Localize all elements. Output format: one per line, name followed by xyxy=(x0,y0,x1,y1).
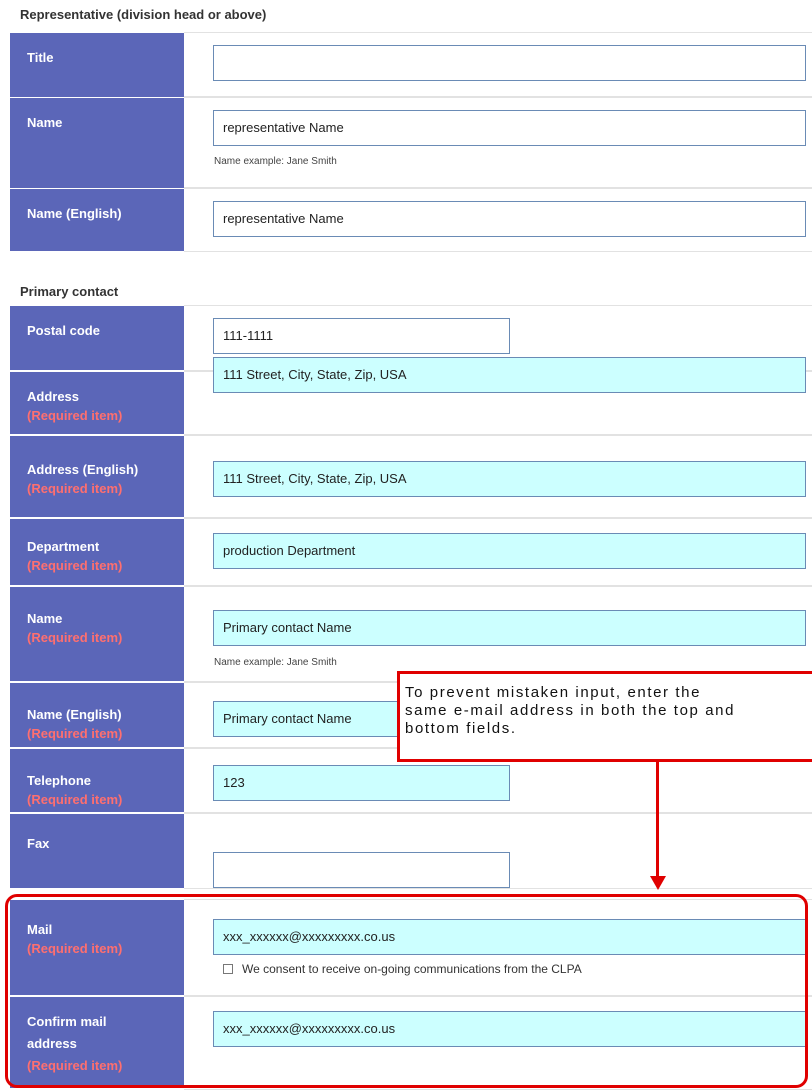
callout-line-3: bottom fields. xyxy=(405,720,517,737)
callout-arrow-line xyxy=(656,762,659,880)
label-primary-name: Name (Required item) xyxy=(10,587,184,681)
telephone-input[interactable]: 123 xyxy=(213,765,510,801)
label-address: Address (Required item) xyxy=(10,372,184,434)
label-text: Postal code xyxy=(27,323,100,338)
callout-line-2: same e-mail address in both the top and xyxy=(405,702,736,719)
rep-name-en-input[interactable]: representative Name xyxy=(213,201,806,237)
label-text: Address (English) xyxy=(27,462,139,477)
mail-highlight-box xyxy=(5,894,808,1088)
label-rep-name: Name xyxy=(10,98,184,188)
required-tag: (Required item) xyxy=(27,630,123,645)
label-address-en: Address (English) (Required item) xyxy=(10,436,184,517)
rep-name-input[interactable]: representative Name xyxy=(213,110,806,146)
label-primary-name-en: Name (English) (Required item) xyxy=(10,683,184,747)
callout-arrow-head xyxy=(650,876,666,890)
label-text: Name xyxy=(27,611,63,626)
representative-section-title: Representative (division head or above) xyxy=(20,7,267,22)
label-text: Title xyxy=(27,50,54,65)
required-tag: (Required item) xyxy=(27,792,123,807)
label-text: Department xyxy=(27,539,100,554)
required-tag: (Required item) xyxy=(27,408,123,423)
label-telephone: Telephone (Required item) xyxy=(10,749,184,812)
label-title: Title xyxy=(10,33,184,97)
label-fax: Fax xyxy=(10,814,184,888)
callout-note: To prevent mistaken input, enter the sam… xyxy=(397,671,812,762)
department-input[interactable]: production Department xyxy=(213,533,806,569)
label-text: Name (English) xyxy=(27,206,122,221)
callout-line-1: To prevent mistaken input, enter the xyxy=(405,684,702,701)
postal-code-input[interactable]: 111-1111 xyxy=(213,318,510,354)
primary-name-input[interactable]: Primary contact Name xyxy=(213,610,806,646)
label-department: Department (Required item) xyxy=(10,519,184,585)
label-text: Address xyxy=(27,389,80,404)
label-rep-name-en: Name (English) xyxy=(10,189,184,251)
required-tag: (Required item) xyxy=(27,481,123,496)
label-postal: Postal code xyxy=(10,306,184,370)
label-text: Name xyxy=(27,115,63,130)
required-tag: (Required item) xyxy=(27,726,123,741)
label-text: Telephone xyxy=(27,773,92,788)
label-text: Fax xyxy=(27,836,50,851)
address-en-input[interactable]: 111 Street, City, State, Zip, USA xyxy=(213,461,806,497)
primary-section-title: Primary contact xyxy=(20,284,119,299)
title-input[interactable] xyxy=(213,45,806,81)
primary-name-hint: Name example: Jane Smith xyxy=(214,657,337,668)
label-text: Name (English) xyxy=(27,707,122,722)
fax-input[interactable] xyxy=(213,852,510,888)
rep-name-hint: Name example: Jane Smith xyxy=(214,156,337,167)
required-tag: (Required item) xyxy=(27,558,123,573)
address-input[interactable]: 111 Street, City, State, Zip, USA xyxy=(213,357,806,393)
